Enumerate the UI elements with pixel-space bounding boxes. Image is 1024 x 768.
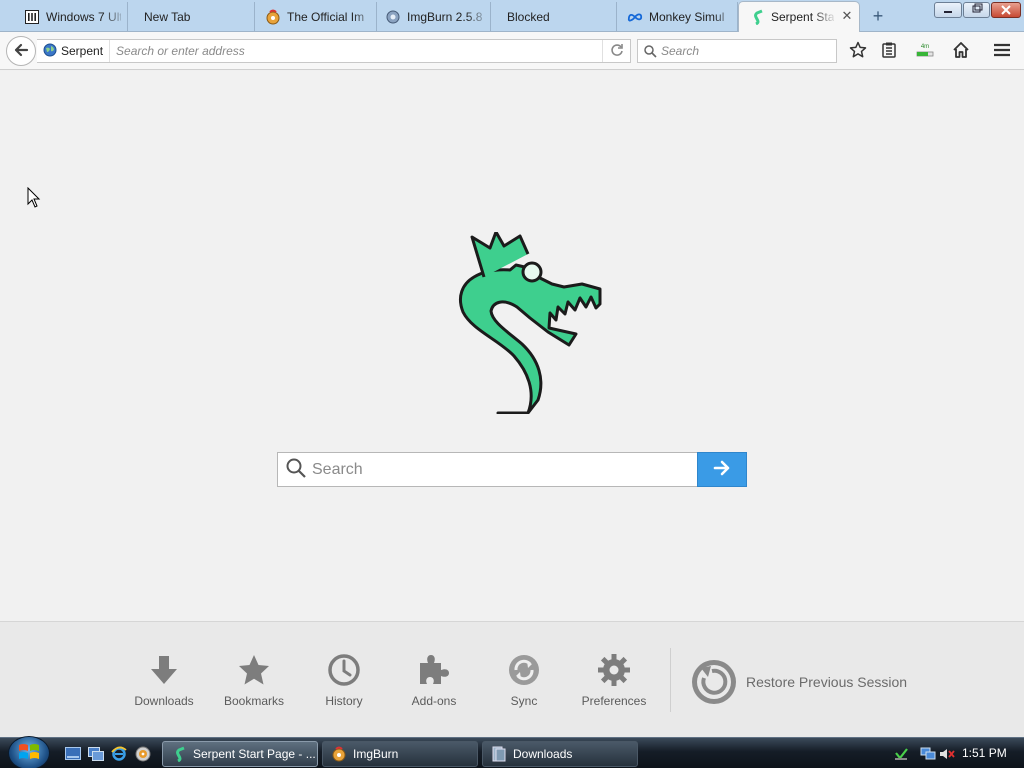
minimize-button[interactable] [934, 2, 962, 18]
serpent-icon [171, 746, 187, 762]
tab-blocked[interactable]: Blocked [491, 2, 617, 31]
taskbar-clock[interactable]: 1:51 PM [962, 746, 1007, 760]
svg-text:4m: 4m [921, 44, 929, 50]
show-desktop-icon[interactable] [64, 745, 82, 762]
back-arrow-icon [13, 42, 29, 61]
address-input[interactable] [110, 44, 602, 58]
star-outline-icon [849, 41, 867, 62]
url-bar[interactable]: Serpent [37, 39, 631, 63]
download-arrow-icon [119, 650, 209, 690]
reading-list-button[interactable] [878, 41, 900, 61]
taskbar-item-label: Downloads [513, 747, 573, 761]
tab-label: New Tab [144, 9, 191, 24]
museum-icon [24, 9, 40, 25]
internet-explorer-icon[interactable] [110, 745, 128, 762]
tab-serpent-start[interactable]: Serpent Sta ✕ [738, 1, 860, 32]
search-bar[interactable] [637, 39, 837, 63]
start-page [0, 71, 1024, 621]
serpent-icon [749, 9, 765, 25]
security-shield-icon[interactable] [893, 746, 909, 762]
page-search-input[interactable] [312, 460, 697, 479]
clock-icon [299, 650, 389, 690]
gear-icon [569, 650, 659, 690]
launcher-history[interactable]: History [299, 650, 389, 708]
launcher-downloads[interactable]: Downloads [119, 650, 209, 708]
imgburn-icon [331, 746, 347, 762]
tab-new-tab[interactable]: New Tab [128, 2, 255, 31]
hamburger-menu-icon [993, 42, 1011, 61]
taskbar-item-label: ImgBurn [353, 747, 399, 761]
launcher-label: Downloads [134, 694, 194, 708]
restore-session-label: Restore Previous Session [746, 674, 908, 690]
launcher-label: Sync [510, 694, 538, 708]
download-progress-icon: 4m [915, 42, 935, 61]
page-search-form [277, 452, 747, 487]
sync-icon [479, 650, 569, 690]
imgburn-icon [265, 9, 281, 25]
new-tab-button[interactable]: + [868, 6, 888, 26]
close-tab-icon[interactable]: ✕ [841, 9, 853, 22]
page-search-box[interactable] [277, 452, 697, 487]
bookmark-star-button[interactable] [847, 41, 869, 61]
reload-icon [610, 43, 624, 60]
mouse-cursor-icon [27, 186, 41, 211]
globe-icon [43, 43, 57, 60]
taskbar-item-downloads[interactable]: Downloads [482, 741, 638, 767]
tab-imgburn-official[interactable]: The Official Im [255, 2, 377, 31]
clipboard-icon [881, 42, 897, 61]
folder-icon [491, 746, 507, 762]
restore-icon [690, 658, 738, 706]
home-button[interactable] [950, 41, 972, 61]
start-button[interactable] [8, 736, 50, 768]
launcher-label: Bookmarks [223, 694, 285, 708]
menu-button[interactable] [991, 41, 1013, 61]
windows-logo-icon [18, 742, 40, 765]
tab-strip: Windows 7 Ult New Tab The Official Im Im… [0, 0, 1024, 32]
home-icon [952, 41, 970, 62]
maximize-button[interactable] [963, 2, 990, 18]
star-icon [209, 650, 299, 690]
launcher-bookmarks[interactable]: Bookmarks [209, 650, 299, 708]
launcher-sync[interactable]: Sync [479, 650, 569, 708]
taskbar: Serpent Start Page - ... ImgBurn Downloa… [0, 736, 1024, 768]
taskbar-item-serpent[interactable]: Serpent Start Page - ... [162, 741, 318, 767]
search-icon [644, 44, 657, 58]
puzzle-icon [389, 650, 479, 690]
launcher-label: History [325, 694, 363, 708]
search-icon [286, 458, 306, 481]
reload-button[interactable] [602, 40, 630, 62]
launcher-addons[interactable]: Add-ons [389, 650, 479, 708]
taskbar-item-imgburn[interactable]: ImgBurn [322, 741, 478, 767]
launcher-divider [670, 648, 671, 712]
restore-session-button[interactable]: Restore Previous Session [690, 658, 907, 706]
launcher-label: Add-ons [411, 694, 457, 708]
tab-label: Blocked [507, 9, 550, 24]
launcher-label: Preferences [581, 694, 647, 708]
tab-imgburn-258[interactable]: ImgBurn 2.5.8 [377, 2, 491, 31]
launcher-preferences[interactable]: Preferences [569, 650, 659, 708]
volume-muted-icon[interactable] [939, 746, 955, 762]
close-window-button[interactable] [991, 2, 1021, 18]
meta-icon [627, 9, 643, 25]
site-identity-label: Serpent [61, 44, 104, 58]
site-identity[interactable]: Serpent [37, 40, 111, 62]
search-bar-input[interactable] [657, 44, 836, 58]
downloads-toolbar-button[interactable]: 4m [914, 41, 936, 61]
serpent-logo [424, 230, 604, 417]
back-button[interactable] [6, 36, 36, 66]
search-submit-button[interactable] [697, 452, 747, 487]
launcher-bar: Downloads Bookmarks History Add-ons Sync… [0, 621, 1024, 737]
navigation-toolbar: Serpent 4m [0, 32, 1024, 70]
network-icon[interactable] [920, 746, 936, 762]
switch-windows-icon[interactable] [87, 745, 105, 762]
tab-windows7[interactable]: Windows 7 Ult [18, 2, 128, 31]
arrow-right-icon [713, 460, 731, 479]
tab-monkey-simul[interactable]: Monkey Simul [617, 2, 738, 31]
gear-site-icon [385, 9, 401, 25]
media-player-icon[interactable] [134, 745, 152, 762]
taskbar-item-label: Serpent Start Page - ... [193, 747, 316, 761]
